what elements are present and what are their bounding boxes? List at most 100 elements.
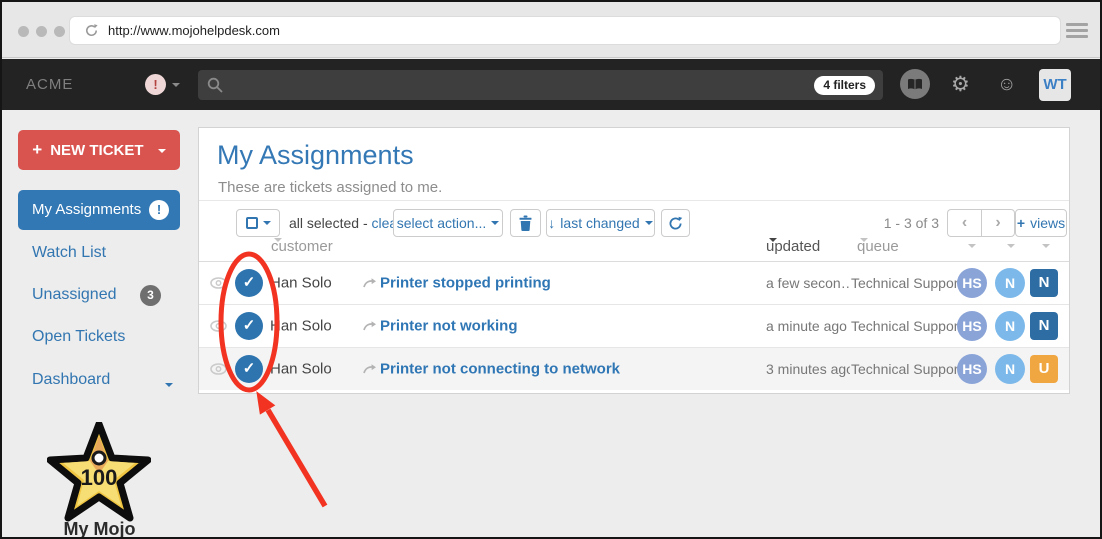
window-controls: [18, 26, 65, 37]
ticket-title-link[interactable]: Printer stopped printing: [380, 274, 551, 291]
sort-dropdown[interactable]: ↓ last changed: [546, 209, 655, 237]
user-avatar[interactable]: WT: [1039, 69, 1071, 101]
chevron-down-icon[interactable]: [165, 383, 173, 387]
pagination-info: 1 - 3 of 3: [854, 215, 939, 231]
page-subtitle: These are tickets assigned to me.: [218, 179, 442, 196]
search-icon: [207, 77, 223, 93]
queue-name: Technical Support: [851, 275, 962, 291]
page-title: My Assignments: [217, 140, 414, 171]
sort-direction-arrow: ↓: [548, 215, 555, 231]
status-avatar: N: [995, 354, 1025, 384]
feedback-smiley-icon[interactable]: ☺: [997, 74, 1016, 96]
checkbox-icon: [246, 217, 258, 229]
forward-arrow-icon: [363, 321, 376, 332]
add-views-button[interactable]: + views: [1015, 209, 1067, 237]
selection-status: all selected - clear: [289, 215, 402, 231]
forward-arrow-icon: [363, 277, 376, 288]
separator: -: [363, 215, 368, 231]
table-header: customer updated queue: [199, 238, 1069, 262]
window-control-dot[interactable]: [18, 26, 29, 37]
updated-time: a few secon…: [766, 275, 850, 291]
delete-button[interactable]: [510, 209, 541, 237]
search-bar[interactable]: 4 filters: [198, 70, 883, 100]
chevron-down-icon[interactable]: [172, 83, 180, 87]
status-avatar: N: [995, 311, 1025, 341]
priority-badge: U: [1030, 355, 1058, 383]
eye-icon[interactable]: [210, 363, 227, 375]
assignee-avatar: HS: [957, 311, 987, 341]
sidebar-item-label: My Assignments: [32, 201, 141, 218]
divider: [199, 200, 1069, 201]
url-input[interactable]: [108, 23, 1008, 38]
selection-status-text: all selected: [289, 215, 359, 231]
menu-icon[interactable]: [1066, 23, 1088, 41]
trash-icon: [519, 215, 532, 231]
new-ticket-button[interactable]: + NEW TICKET: [18, 130, 180, 170]
ticket-title-link[interactable]: Printer not working: [380, 318, 518, 335]
selected-check-icon[interactable]: ✓: [235, 355, 263, 383]
next-page-button[interactable]: ›: [981, 209, 1015, 237]
ticket-title-link[interactable]: Printer not connecting to network: [380, 361, 620, 378]
url-bar[interactable]: [69, 16, 1061, 45]
prev-page-button[interactable]: ‹: [947, 209, 981, 237]
select-action-dropdown[interactable]: select action...: [393, 209, 503, 237]
select-action-label: select action...: [397, 215, 487, 231]
plus-icon: +: [1017, 215, 1025, 231]
sidebar-item-unassigned[interactable]: Unassigned: [32, 286, 117, 304]
sort-caret-icon: [769, 238, 777, 242]
sidebar-item-my-assignments[interactable]: My Assignments !: [18, 190, 180, 230]
chevron-down-icon: [645, 221, 653, 225]
app-header: ACME ! 4 filters ⚙ ☺ WT: [2, 59, 1100, 110]
chevron-down-icon: [491, 221, 499, 225]
new-ticket-label: NEW TICKET: [50, 142, 143, 159]
browser-chrome: [2, 2, 1100, 58]
reload-icon[interactable]: [84, 23, 99, 38]
selected-check-icon[interactable]: ✓: [235, 312, 263, 340]
eye-icon[interactable]: [210, 277, 227, 289]
window-control-dot[interactable]: [54, 26, 65, 37]
sort-caret-icon[interactable]: [1042, 244, 1050, 248]
gear-icon[interactable]: ⚙: [951, 72, 970, 97]
ticket-row[interactable]: ✓ Han Solo Printer not working a minute …: [199, 304, 1069, 347]
queue-name: Technical Support: [851, 318, 962, 334]
unassigned-count-badge: 3: [140, 285, 161, 306]
sidebar-item-dashboard[interactable]: Dashboard: [32, 371, 110, 389]
refresh-button[interactable]: [661, 209, 690, 237]
customer-name: Han Solo: [270, 274, 332, 291]
sort-caret-icon[interactable]: [1007, 244, 1015, 248]
annotation-arrow-line: [268, 410, 325, 506]
filters-badge[interactable]: 4 filters: [814, 76, 875, 95]
sort-caret-icon: [860, 238, 868, 242]
main-panel: My Assignments These are tickets assigne…: [198, 127, 1070, 394]
sort-caret-icon: [274, 238, 282, 242]
updated-time: a minute ago: [766, 318, 850, 334]
window-control-dot[interactable]: [36, 26, 47, 37]
pagination-controls: ‹ ›: [947, 209, 1015, 237]
customer-name: Han Solo: [270, 361, 332, 378]
alert-badge: !: [149, 200, 169, 220]
chevron-down-icon: [158, 149, 166, 153]
sort-caret-icon[interactable]: [968, 244, 976, 248]
ticket-row[interactable]: ✓ Han Solo Printer not connecting to net…: [199, 347, 1069, 390]
knowledge-base-icon[interactable]: [900, 69, 930, 99]
select-all-dropdown[interactable]: [236, 209, 280, 237]
assignee-avatar: HS: [957, 354, 987, 384]
ticket-row[interactable]: ✓ Han Solo Printer stopped printing a fe…: [199, 261, 1069, 304]
account-alert-badge[interactable]: !: [145, 74, 166, 95]
refresh-icon: [668, 216, 683, 231]
status-avatar: N: [995, 268, 1025, 298]
priority-badge: N: [1030, 312, 1058, 340]
chevron-down-icon: [263, 221, 271, 225]
annotation-arrow-head: [256, 391, 275, 415]
sidebar-item-open-tickets[interactable]: Open Tickets: [32, 328, 125, 346]
search-input[interactable]: [230, 70, 790, 100]
mojo-score: 100: [81, 465, 118, 490]
sidebar-item-watch-list[interactable]: Watch List: [32, 244, 106, 262]
queue-name: Technical Support: [851, 361, 962, 377]
plus-icon: +: [32, 140, 42, 159]
app-window: ACME ! 4 filters ⚙ ☺ WT + NEW TICKET My A…: [0, 0, 1102, 539]
updated-time: 3 minutes ago: [766, 361, 850, 377]
eye-icon[interactable]: [210, 320, 227, 332]
views-label: views: [1030, 215, 1065, 231]
selected-check-icon[interactable]: ✓: [235, 269, 263, 297]
